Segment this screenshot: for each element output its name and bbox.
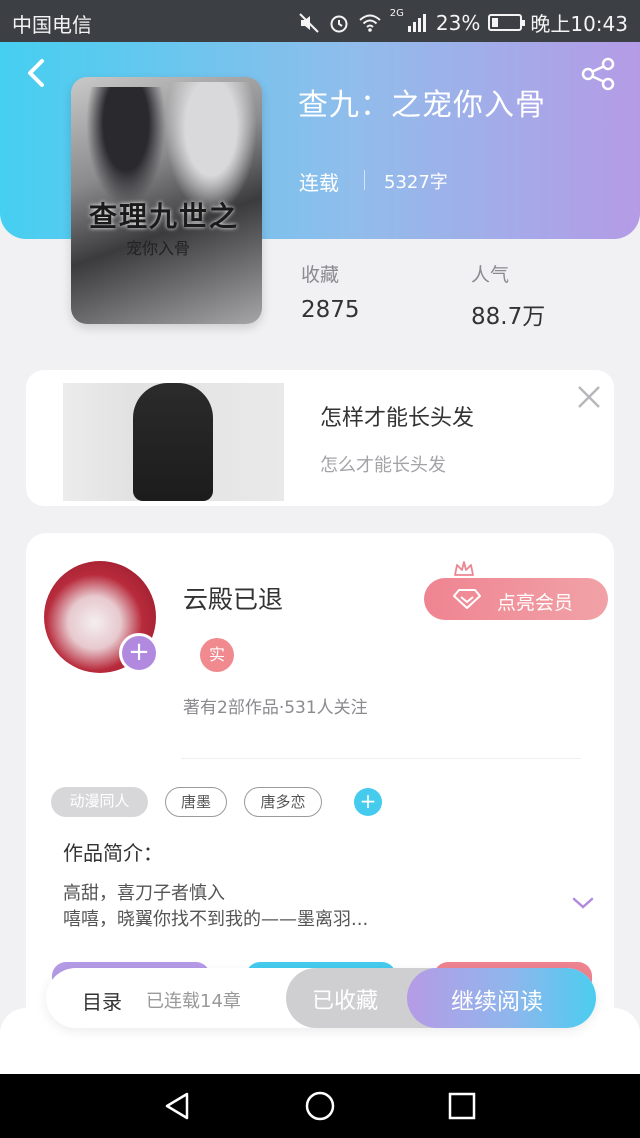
clock: 晚上10:43 <box>530 12 628 36</box>
continue-reading-label: 继续阅读 <box>451 989 543 1015</box>
word-count: 5327字 <box>384 172 448 193</box>
favorites-label: 收藏 <box>301 264 340 286</box>
status-icons: 2G 23% 晚上10:43 <box>298 8 628 37</box>
tag-chip[interactable]: 唐多恋 <box>244 787 322 817</box>
wifi-icon <box>359 14 381 32</box>
network-type: 2G <box>389 8 404 19</box>
author-name: 云殿已退 <box>183 585 284 614</box>
crown-icon <box>454 561 474 576</box>
serial-status: 连载 <box>299 171 339 195</box>
battery-icon <box>488 14 526 31</box>
favorites-value: 2875 <box>301 297 360 323</box>
ad-close-button[interactable] <box>574 382 604 412</box>
triangle-back-icon <box>165 1092 189 1120</box>
circle-home-icon <box>305 1091 335 1121</box>
continue-reading-button[interactable]: 继续阅读 <box>407 968 596 1028</box>
alarm-icon <box>330 15 348 32</box>
divider <box>181 758 581 759</box>
cover-title: 查理九世之 <box>89 200 240 233</box>
tag-chip[interactable]: 动漫同人 <box>51 787 148 817</box>
verified-badge: 实 <box>200 638 234 672</box>
header-divider <box>364 170 365 190</box>
square-recents-icon <box>448 1092 476 1120</box>
intro-line: 高甜，喜刀子者慎入 <box>63 883 225 904</box>
toc-button[interactable]: 目录 <box>82 986 122 1015</box>
cover-subtitle: 宠你入骨 <box>126 239 191 258</box>
nav-home-button[interactable] <box>302 1088 338 1124</box>
signal-icon <box>407 13 426 32</box>
ad-title: 怎样才能长头发 <box>320 406 475 431</box>
vip-label: 点亮会员 <box>497 592 574 614</box>
cover-art <box>86 87 166 207</box>
close-icon <box>578 386 600 408</box>
tag-chip[interactable]: 唐墨 <box>165 787 227 817</box>
carrier-label: 中国电信 <box>12 13 92 37</box>
status-bar: 中国电信 2G 23% 晚上10:43 <box>0 0 640 42</box>
ad-subtitle: 怎么才能长头发 <box>320 455 446 476</box>
battery-percent: 23% <box>435 10 481 35</box>
chevron-left-icon <box>28 59 44 87</box>
diamond-icon <box>453 589 481 609</box>
ad-card[interactable]: 怎样才能长头发 怎么才能长头发 <box>26 370 614 506</box>
follow-button[interactable]: + <box>119 633 159 673</box>
intro-line: 嘻嘻，晓翼你找不到我的——墨离羽... <box>63 909 369 930</box>
chapter-count: 已连载14章 <box>146 991 241 1012</box>
popularity-label: 人气 <box>471 264 510 286</box>
plus-icon: + <box>128 637 150 667</box>
add-tag-button[interactable]: + <box>354 788 382 816</box>
intro-label: 作品简介： <box>63 841 163 865</box>
chevron-down-icon <box>572 897 594 909</box>
vip-button[interactable]: 点亮会员 <box>424 578 608 620</box>
plus-icon: + <box>359 789 377 813</box>
nav-recents-button[interactable] <box>444 1088 480 1124</box>
share-button[interactable] <box>578 56 618 92</box>
system-nav-bar <box>0 1074 640 1138</box>
book-title: 查九：之宠你入骨 <box>298 88 546 123</box>
nav-back-button[interactable] <box>160 1088 196 1124</box>
expand-intro-button[interactable] <box>570 893 596 913</box>
popularity-value: 88.7万 <box>471 304 546 330</box>
back-button[interactable] <box>20 55 56 91</box>
collected-label: 已收藏 <box>312 989 379 1014</box>
action-bar: 目录 已连载14章 已收藏 继续阅读 <box>46 968 596 1028</box>
mute-icon <box>299 12 319 33</box>
share-icon <box>581 57 615 91</box>
ad-image <box>63 383 284 501</box>
book-cover[interactable]: 查理九世之 宠你入骨 <box>71 77 262 324</box>
author-meta: 著有2部作品·531人关注 <box>183 698 368 718</box>
